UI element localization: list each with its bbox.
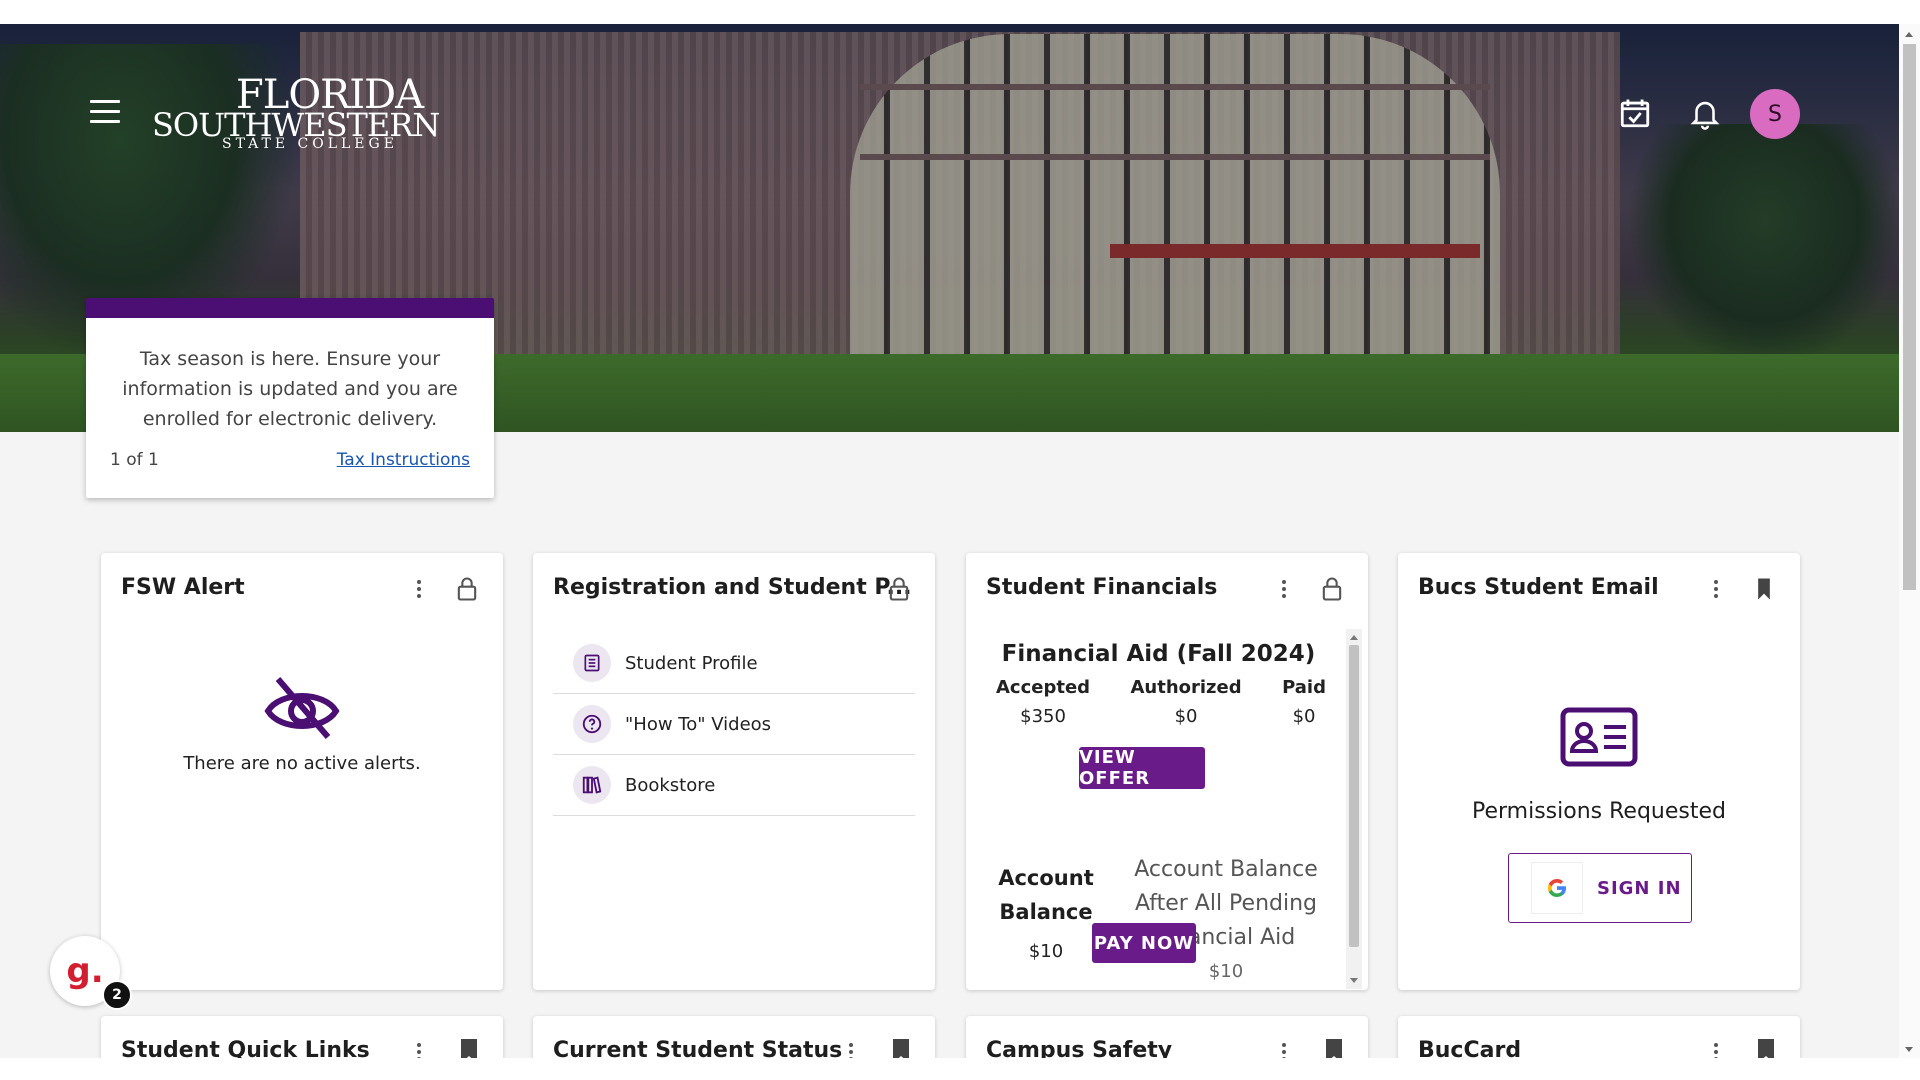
- more-options-icon[interactable]: [1708, 577, 1724, 603]
- logo-line-3: STATE COLLEGE: [222, 136, 398, 152]
- registration-card: Registration and Student P... Student Pr…: [533, 553, 935, 990]
- accepted-value: $350: [1020, 706, 1066, 727]
- financials-content: Financial Aid (Fall 2024) Accepted $350 …: [966, 629, 1351, 989]
- financial-aid-summary: Accepted $350 Authorized $0 Paid $0: [996, 677, 1326, 727]
- page-scrollbar[interactable]: [1899, 24, 1920, 1058]
- scroll-down-arrow[interactable]: [1350, 978, 1358, 983]
- card-title: Registration and Student P...: [553, 575, 912, 600]
- notice-message: Tax season is here. Ensure your informat…: [122, 348, 458, 430]
- hero-band: [860, 84, 1490, 90]
- notice-card: Tax season is here. Ensure your informat…: [86, 298, 494, 498]
- menu-icon[interactable]: [90, 100, 120, 126]
- lock-icon[interactable]: [885, 575, 913, 603]
- accepted-column: Accepted $350: [996, 677, 1090, 727]
- authorized-column: Authorized $0: [1130, 677, 1241, 727]
- avatar[interactable]: S: [1750, 89, 1800, 139]
- scroll-up-arrow[interactable]: [1905, 32, 1913, 37]
- paid-column: Paid $0: [1282, 677, 1326, 727]
- notice-counter: 1 of 1: [110, 450, 159, 470]
- bucs-student-email-card: Bucs Student Email Permissions Requested…: [1398, 553, 1800, 990]
- link-how-to-videos[interactable]: "How To" Videos: [553, 694, 915, 755]
- books-icon: [573, 766, 611, 804]
- google-icon: [1531, 862, 1583, 914]
- hero-band: [860, 154, 1490, 160]
- more-options-icon[interactable]: [1276, 577, 1292, 603]
- hero-palms-right: [1630, 124, 1899, 364]
- pay-now-button[interactable]: PAY NOW: [1092, 923, 1196, 963]
- link-label: Bookstore: [625, 774, 716, 796]
- id-card-icon: [1560, 707, 1638, 767]
- browser-top-strip: [0, 0, 1920, 24]
- card-title: FSW Alert: [121, 575, 245, 600]
- student-financials-card: Student Financials Financial Aid (Fall 2…: [966, 553, 1368, 990]
- browser-bottom-strip: [0, 1058, 1920, 1080]
- card-title: Student Financials: [986, 575, 1218, 600]
- no-alerts-text: There are no active alerts.: [183, 753, 421, 774]
- view-offer-button[interactable]: VIEW OFFER: [1079, 747, 1205, 789]
- scroll-down-arrow[interactable]: [1905, 1047, 1913, 1052]
- fsw-alert-card: FSW Alert There are no active alerts.: [101, 553, 503, 990]
- scroll-up-arrow[interactable]: [1350, 635, 1358, 640]
- account-balance-label: Account Balance: [998, 866, 1094, 924]
- document-icon: [573, 644, 611, 682]
- grammarly-badge: 2: [102, 980, 132, 1010]
- authorized-value: $0: [1174, 706, 1198, 727]
- paid-label: Paid: [1282, 677, 1326, 698]
- link-label: "How To" Videos: [625, 713, 772, 735]
- link-bookstore[interactable]: Bookstore: [553, 755, 915, 816]
- question-icon: [573, 705, 611, 743]
- eye-off-icon: [264, 673, 340, 741]
- card-scrollbar[interactable]: [1346, 629, 1362, 989]
- more-options-icon[interactable]: [411, 577, 427, 603]
- google-sign-in-button[interactable]: SIGN IN: [1508, 853, 1692, 923]
- lock-icon[interactable]: [453, 575, 481, 603]
- registration-links: Student Profile "How To" Videos Bookstor…: [553, 633, 915, 816]
- paid-value: $0: [1292, 706, 1316, 727]
- link-label: Student Profile: [625, 652, 758, 674]
- authorized-label: Authorized: [1130, 677, 1242, 698]
- financial-aid-heading: Financial Aid (Fall 2024): [1001, 641, 1316, 667]
- bell-icon[interactable]: [1688, 96, 1722, 130]
- scroll-thumb[interactable]: [1349, 645, 1359, 947]
- permissions-text: Permissions Requested: [1472, 799, 1726, 824]
- card-title: Bucs Student Email: [1418, 575, 1659, 600]
- account-balance-value: $10: [1028, 941, 1064, 962]
- scroll-thumb[interactable]: [1903, 44, 1916, 590]
- calendar-check-icon[interactable]: [1618, 96, 1652, 130]
- bookmark-icon[interactable]: [1750, 575, 1778, 603]
- hero-canopy: [1110, 244, 1480, 258]
- hero-rotunda: [850, 34, 1500, 354]
- link-student-profile[interactable]: Student Profile: [553, 633, 915, 694]
- tax-instructions-link[interactable]: Tax Instructions: [337, 450, 470, 470]
- pending-balance-value: $10: [1208, 961, 1244, 982]
- lock-icon[interactable]: [1318, 575, 1346, 603]
- accepted-label: Accepted: [996, 677, 1091, 698]
- sign-in-label: SIGN IN: [1597, 877, 1682, 899]
